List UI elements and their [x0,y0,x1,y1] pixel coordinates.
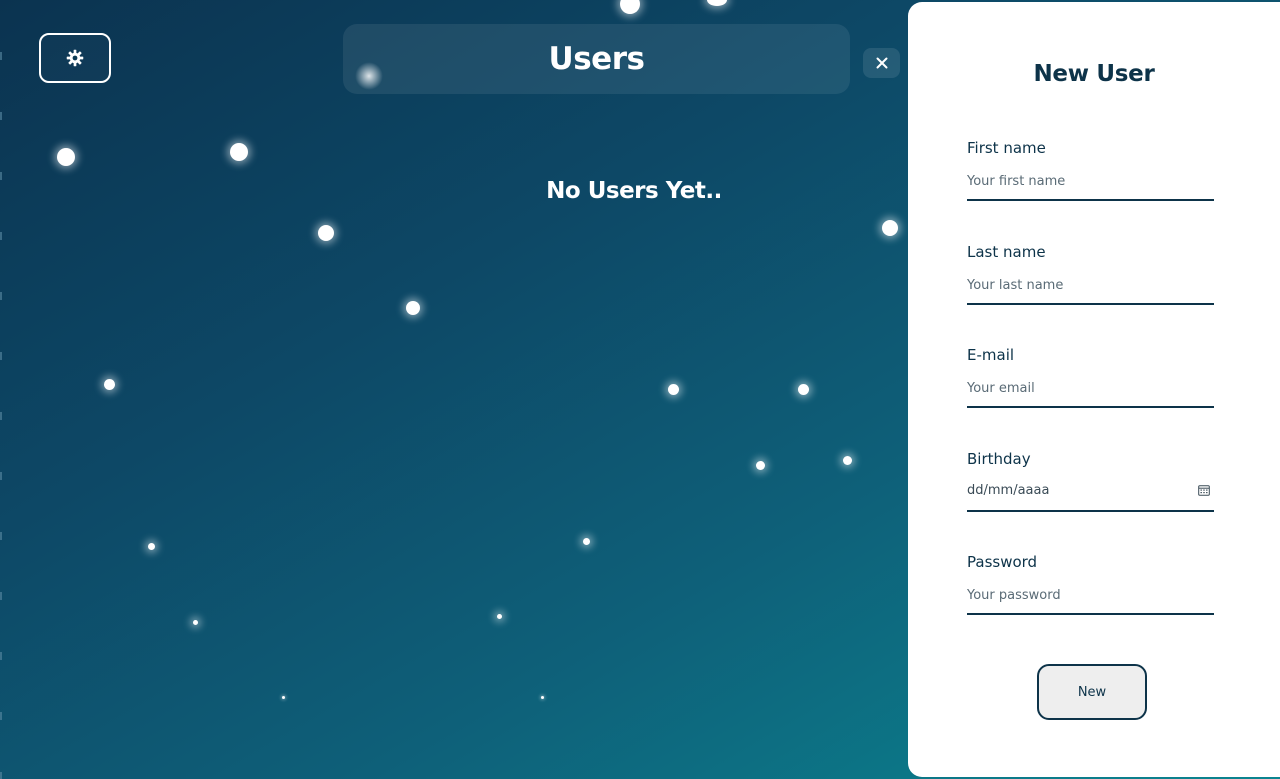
particle [707,0,727,6]
birthday-input[interactable]: dd/mm/aaaa [967,479,1214,512]
gear-icon [66,49,84,67]
password-field: Password [967,553,1214,615]
particle [541,696,544,699]
calendar-icon[interactable] [1198,484,1210,496]
particle [497,614,502,619]
password-label: Password [967,553,1038,571]
first-name-field: First name [967,139,1214,201]
email-input-wrap [967,375,1214,408]
new-user-submit-button[interactable]: New [1037,664,1147,720]
particle [756,461,765,470]
new-user-panel: New User First name Last name E-mail Bir… [908,2,1280,777]
empty-state-message: No Users Yet.. [546,178,722,204]
page-title: Users [548,41,645,77]
email-field: E-mail [967,346,1214,408]
close-icon [876,57,887,69]
particle [148,543,155,550]
birthday-label: Birthday [967,450,1031,468]
particle [104,379,115,390]
first-name-label: First name [967,139,1046,157]
particle [193,620,198,625]
title-bar: Users [343,24,850,94]
particle [882,220,898,236]
particle [318,225,334,241]
first-name-input-wrap [967,168,1214,201]
password-input-wrap [967,582,1214,615]
blurred-particle [355,62,383,90]
particle [282,696,285,699]
particle [798,384,809,395]
last-name-field: Last name [967,243,1214,305]
last-name-input-wrap [967,272,1214,305]
password-input[interactable] [967,582,1214,608]
particle [230,143,248,161]
app-window: Users No Users Yet.. New User First name… [0,0,1280,779]
particle [406,301,420,315]
first-name-input[interactable] [967,168,1214,194]
particle [668,384,679,395]
birthday-field: Birthday dd/mm/aaaa [967,450,1214,512]
settings-button[interactable] [39,33,111,83]
left-edge-marks [0,0,2,779]
email-label: E-mail [967,346,1015,364]
particle [57,148,75,166]
form-title: New User [1033,61,1155,87]
birthday-placeholder: dd/mm/aaaa [967,483,1050,498]
last-name-input[interactable] [967,272,1214,298]
last-name-label: Last name [967,243,1046,261]
email-input[interactable] [967,375,1214,401]
particle [620,0,640,14]
particle [583,538,590,545]
particle [843,456,852,465]
close-button[interactable] [863,48,900,78]
